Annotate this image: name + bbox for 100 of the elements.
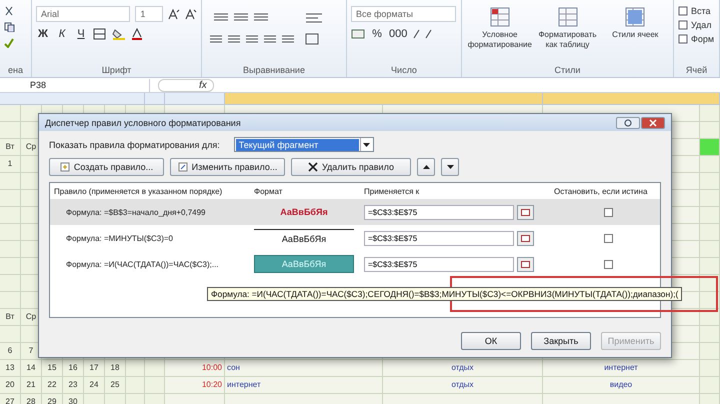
- table-cell: 15: [42, 360, 63, 377]
- column-header: Применяется к: [364, 186, 420, 196]
- range-icon: [521, 260, 530, 268]
- styles-button[interactable]: Условное форматирование: [466, 30, 534, 50]
- range-select-button[interactable]: [517, 204, 534, 220]
- format-preview: АаВвБбЯя: [254, 255, 354, 273]
- font-color-icon[interactable]: [131, 28, 143, 40]
- cells-button[interactable]: Вста: [678, 6, 715, 16]
- dialog-button[interactable]: Закрыть: [531, 332, 591, 350]
- styles-button[interactable]: Форматировать как таблицу: [534, 30, 602, 50]
- underline-button[interactable]: Ч: [74, 28, 88, 40]
- applies-to-field[interactable]: =$C$3:$E$75: [364, 256, 514, 272]
- table-cell: [700, 326, 720, 343]
- bold-button[interactable]: Ж: [36, 28, 50, 40]
- borders-icon[interactable]: [93, 28, 107, 40]
- rule-button[interactable]: Изменить правило...: [170, 158, 285, 176]
- group-label: Выравнивание: [242, 64, 306, 77]
- table-cell: 20: [0, 377, 21, 394]
- styles-icon[interactable]: [556, 6, 578, 28]
- table-cell: [700, 190, 720, 207]
- cells-button[interactable]: Удал: [678, 20, 715, 30]
- scope-dropdown[interactable]: Текущий фрагмент: [234, 137, 374, 152]
- table-cell: 1: [0, 156, 21, 173]
- table-cell: видео: [543, 377, 700, 394]
- table-cell: [0, 105, 21, 122]
- group-label: ена: [7, 64, 24, 77]
- table-cell: [145, 360, 165, 377]
- table-cell: [0, 122, 21, 139]
- styles-button[interactable]: Стили ячеек: [612, 30, 658, 40]
- table-cell: 14: [21, 360, 42, 377]
- styles-icon[interactable]: [624, 6, 646, 28]
- copy-icon[interactable]: [4, 22, 16, 32]
- percent-button[interactable]: %: [370, 28, 384, 40]
- table-cell: 10:00: [165, 360, 225, 377]
- table-cell: [700, 360, 720, 377]
- stop-checkbox[interactable]: [604, 260, 613, 268]
- table-cell: [700, 292, 720, 309]
- move-down-button[interactable]: [441, 158, 459, 176]
- table-cell: [0, 326, 21, 343]
- table-cell: 13: [0, 360, 21, 377]
- insert-function-button[interactable]: fx: [158, 78, 214, 92]
- cut-icon[interactable]: [4, 6, 14, 16]
- help-button[interactable]: [616, 116, 640, 128]
- styles-icon[interactable]: [488, 6, 511, 28]
- thousands-button[interactable]: 000: [389, 28, 408, 40]
- rule-button[interactable]: Удалить правило: [291, 158, 411, 176]
- table-cell: [700, 173, 720, 190]
- table-cell: 10:20: [165, 377, 225, 394]
- range-select-button[interactable]: [517, 256, 534, 272]
- grow-font-icon[interactable]: [168, 8, 180, 20]
- table-cell: 17: [84, 360, 105, 377]
- show-rules-label: Показать правила форматирования для:: [49, 140, 220, 150]
- currency-icon[interactable]: [351, 28, 365, 40]
- formula-tooltip: Формула: =И(ЧАС(ТДАТА())=ЧАС($C3);СЕГОДНЯ()=$B$3;МИНУТЫ($C3)<=ОКРВНИЗ(МИНУТЫ(ТДАТА());диапазон);(: [207, 287, 682, 301]
- name-box[interactable]: P38: [0, 78, 150, 92]
- format-preview: АаВвБбЯя: [254, 229, 354, 247]
- number-format-field[interactable]: Все форматы: [351, 6, 456, 22]
- stop-checkbox[interactable]: [604, 208, 613, 216]
- range-icon: [521, 234, 530, 242]
- table-cell: [0, 190, 21, 207]
- table-cell: отдых: [383, 360, 543, 377]
- up-arrow-icon: [422, 165, 430, 169]
- table-cell: сон: [225, 360, 383, 377]
- group-label: Шрифт: [100, 64, 132, 77]
- table-cell: 30: [63, 394, 84, 404]
- table-cell: [700, 258, 720, 275]
- close-button[interactable]: [641, 116, 665, 128]
- table-cell: [0, 275, 21, 292]
- italic-button[interactable]: К: [55, 28, 69, 40]
- table-cell: Вт: [0, 309, 21, 326]
- table-cell: [700, 241, 720, 258]
- table-cell: [0, 241, 21, 258]
- shrink-font-icon[interactable]: [185, 8, 197, 20]
- dialog-button[interactable]: ОК: [461, 332, 521, 350]
- font-name-field[interactable]: Arial: [36, 6, 130, 22]
- table-cell: 28: [21, 394, 42, 404]
- down-arrow-icon: [446, 165, 454, 169]
- table-cell: 16: [63, 360, 84, 377]
- rule-button[interactable]: Создать правило...: [49, 158, 164, 176]
- table-cell: [700, 207, 720, 224]
- rule-row[interactable]: Формула: =$B$3=начало_дня+0,7499 АаВвБбЯя =$C$3:$E$75: [50, 199, 660, 225]
- group-label: Ячей: [684, 64, 708, 77]
- table-cell: 24: [84, 377, 105, 394]
- table-cell: 21: [21, 377, 42, 394]
- table-cell: [700, 343, 720, 360]
- group-label: Стили: [554, 64, 582, 77]
- fill-color-icon[interactable]: [112, 28, 126, 40]
- range-select-button[interactable]: [517, 230, 534, 246]
- table-cell: [21, 105, 42, 122]
- font-size-field[interactable]: 1: [135, 6, 164, 22]
- table-cell: [145, 377, 165, 394]
- stop-checkbox[interactable]: [604, 234, 613, 242]
- move-up-button[interactable]: [417, 158, 435, 176]
- applies-to-field[interactable]: =$C$3:$E$75: [364, 204, 514, 220]
- brush-icon[interactable]: [4, 38, 14, 48]
- column-header: Формат: [254, 186, 284, 196]
- cells-button[interactable]: Форм: [678, 34, 715, 44]
- table-cell: [0, 258, 21, 275]
- applies-to-field[interactable]: =$C$3:$E$75: [364, 230, 514, 246]
- table-cell: 22: [42, 377, 63, 394]
